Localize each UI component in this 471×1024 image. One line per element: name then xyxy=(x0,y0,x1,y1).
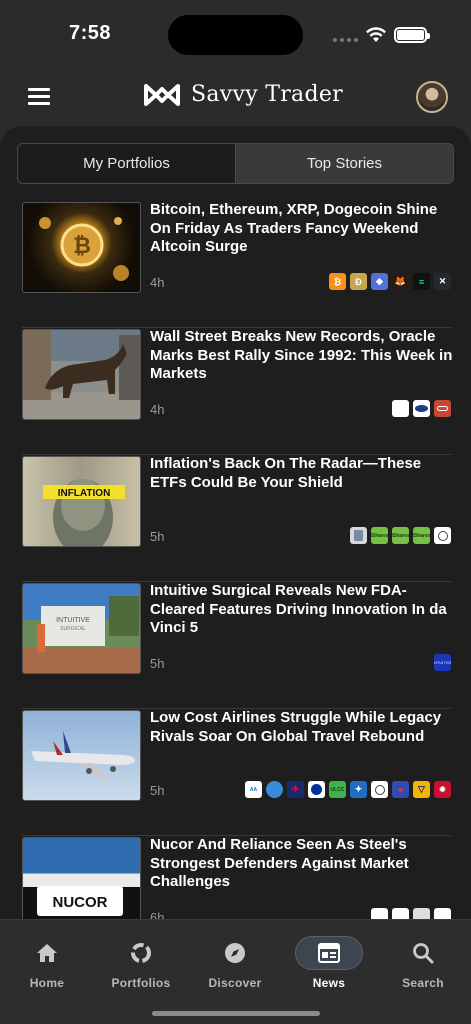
jetblue-logo-icon[interactable] xyxy=(308,781,325,798)
story-age: 4h xyxy=(150,275,165,290)
app-logo: Savvy Trader xyxy=(143,82,343,107)
menu-icon[interactable] xyxy=(28,88,50,106)
story-item[interactable]: Wall Street Breaks New Records, Oracle M… xyxy=(22,328,453,455)
oracle-logo-icon[interactable] xyxy=(434,400,451,417)
story-age: 5h xyxy=(150,656,165,671)
portfolios-icon xyxy=(107,936,175,970)
story-title: Low Cost Airlines Struggle While Legacy … xyxy=(150,709,442,745)
svg-text:INTUITIVE: INTUITIVE xyxy=(56,617,90,624)
story-thumbnail-crypto: ₿ xyxy=(22,202,141,293)
savvy-logo-icon xyxy=(144,83,180,106)
nav-label: Home xyxy=(29,976,65,990)
status-time: 7:58 xyxy=(69,22,112,44)
news-panel: My Portfolios Top Stories ₿ Bitcoin, Eth… xyxy=(0,126,471,926)
app-header: Savvy Trader xyxy=(0,70,471,126)
tab-top-stories[interactable]: Top Stories xyxy=(235,144,453,183)
story-age: 4h xyxy=(150,402,165,417)
app-screen: 7:58 Savvy Trader My Portfolios Top Stor… xyxy=(0,0,471,1024)
shiba-logo-icon[interactable]: 🦊 xyxy=(392,273,409,290)
southwest-logo-icon[interactable]: ♥ xyxy=(392,781,409,798)
home-indicator xyxy=(152,1011,320,1016)
news-icon xyxy=(295,936,363,970)
story-thumbnail-nucor: NUCOR xyxy=(22,837,141,926)
battery-icon xyxy=(394,27,430,43)
story-title: Wall Street Breaks New Records, Oracle M… xyxy=(150,328,453,382)
ticker-list: iShares iShares iShares xyxy=(350,527,451,544)
story-thumbnail-airplane xyxy=(22,710,141,801)
alaska-logo-icon[interactable] xyxy=(266,781,283,798)
svg-text:₿: ₿ xyxy=(73,233,91,258)
etf-logo-icon[interactable] xyxy=(350,527,367,544)
story-item[interactable]: NUCOR Nucor And Reliance Seen As Steel's… xyxy=(22,836,451,926)
frontier-logo-icon[interactable]: ULCC xyxy=(329,781,346,798)
story-thumbnail-bull xyxy=(22,329,141,420)
tab-my-portfolios[interactable]: My Portfolios xyxy=(18,144,235,183)
dynamic-island xyxy=(168,15,303,55)
ticker-list: AA ✈ ULCC ✦ ♥ ▽ ✹ xyxy=(245,781,451,798)
avatar[interactable] xyxy=(416,81,448,113)
status-bar: 7:58 xyxy=(0,0,471,70)
nav-news[interactable]: News xyxy=(289,936,369,990)
nav-label: News xyxy=(312,976,346,990)
nav-home[interactable]: Home xyxy=(7,936,87,990)
ishares-logo-icon[interactable]: iShares xyxy=(392,527,409,544)
allegiant-logo-icon[interactable]: ▽ xyxy=(413,781,430,798)
story-thumbnail-intuitive: INTUITIVE SURGICAL xyxy=(22,583,141,674)
nav-label: Portfolios xyxy=(111,976,171,990)
ishares-logo-icon[interactable]: iShares xyxy=(413,527,430,544)
wifi-icon xyxy=(366,27,386,42)
story-title: Nucor And Reliance Seen As Steel's Stron… xyxy=(150,836,409,890)
story-item[interactable]: Low Cost Airlines Struggle While Legacy … xyxy=(22,709,451,836)
united-logo-icon[interactable]: ✈ xyxy=(287,781,304,798)
bitcoin-logo-icon[interactable]: ₿ xyxy=(329,273,346,290)
ishares-logo-icon[interactable]: iShares xyxy=(371,527,388,544)
search-icon xyxy=(389,936,457,970)
story-thumbnail-inflation: INFLATION xyxy=(22,456,141,547)
bottom-tab-bar: Home Portfolios Discover News Search xyxy=(0,919,471,1024)
ford-logo-icon[interactable] xyxy=(413,400,430,417)
app-name: Savvy Trader xyxy=(191,82,343,107)
svg-text:INFLATION: INFLATION xyxy=(58,488,111,499)
circle-logo-icon[interactable] xyxy=(434,527,451,544)
nav-label: Discover xyxy=(208,976,262,990)
cellular-icon xyxy=(333,38,358,42)
story-feed: ₿ Bitcoin, Ethereum, XRP, Dogecoin Shine… xyxy=(0,201,471,926)
apple-logo-icon[interactable] xyxy=(392,400,409,417)
story-age: 5h xyxy=(150,529,165,544)
story-item[interactable]: ₿ Bitcoin, Ethereum, XRP, Dogecoin Shine… xyxy=(22,201,451,328)
ticker-list: ₿ Ð ◆ 🦊 ≡ ✕ xyxy=(329,273,451,290)
solana-logo-icon[interactable]: ≡ xyxy=(413,273,430,290)
ethereum-logo-icon[interactable]: ◆ xyxy=(371,273,388,290)
story-age: 5h xyxy=(150,783,165,798)
xrp-logo-icon[interactable]: ✕ xyxy=(434,273,451,290)
story-item[interactable]: INFLATION Inflation's Back On The Radar—… xyxy=(22,455,451,582)
story-title: Intuitive Surgical Reveals New FDA-Clear… xyxy=(150,582,447,636)
dogecoin-logo-icon[interactable]: Ð xyxy=(350,273,367,290)
nav-label: Search xyxy=(402,976,444,990)
ticker-list xyxy=(392,400,451,417)
american-logo-icon[interactable]: AA xyxy=(245,781,262,798)
circle-logo-icon[interactable] xyxy=(371,781,388,798)
svg-text:SURGICAL: SURGICAL xyxy=(60,626,86,632)
intuitive-logo-icon[interactable]: INTUITIVE xyxy=(434,654,451,671)
nav-discover[interactable]: Discover xyxy=(195,936,275,990)
svg-text:NUCOR: NUCOR xyxy=(53,894,108,911)
segmented-control: My Portfolios Top Stories xyxy=(17,143,454,184)
story-item[interactable]: INTUITIVE SURGICAL Intuitive Surgical Rev… xyxy=(22,582,451,709)
story-title: Inflation's Back On The Radar—These ETFs… xyxy=(150,455,422,491)
story-title: Bitcoin, Ethereum, XRP, Dogecoin Shine O… xyxy=(150,201,438,255)
ticker-list: INTUITIVE xyxy=(434,654,451,671)
nav-portfolios[interactable]: Portfolios xyxy=(101,936,181,990)
delta-logo-icon[interactable]: ✹ xyxy=(434,781,451,798)
home-icon xyxy=(13,936,81,970)
compass-icon xyxy=(201,936,269,970)
spirit-logo-icon[interactable]: ✦ xyxy=(350,781,367,798)
nav-search[interactable]: Search xyxy=(383,936,463,990)
